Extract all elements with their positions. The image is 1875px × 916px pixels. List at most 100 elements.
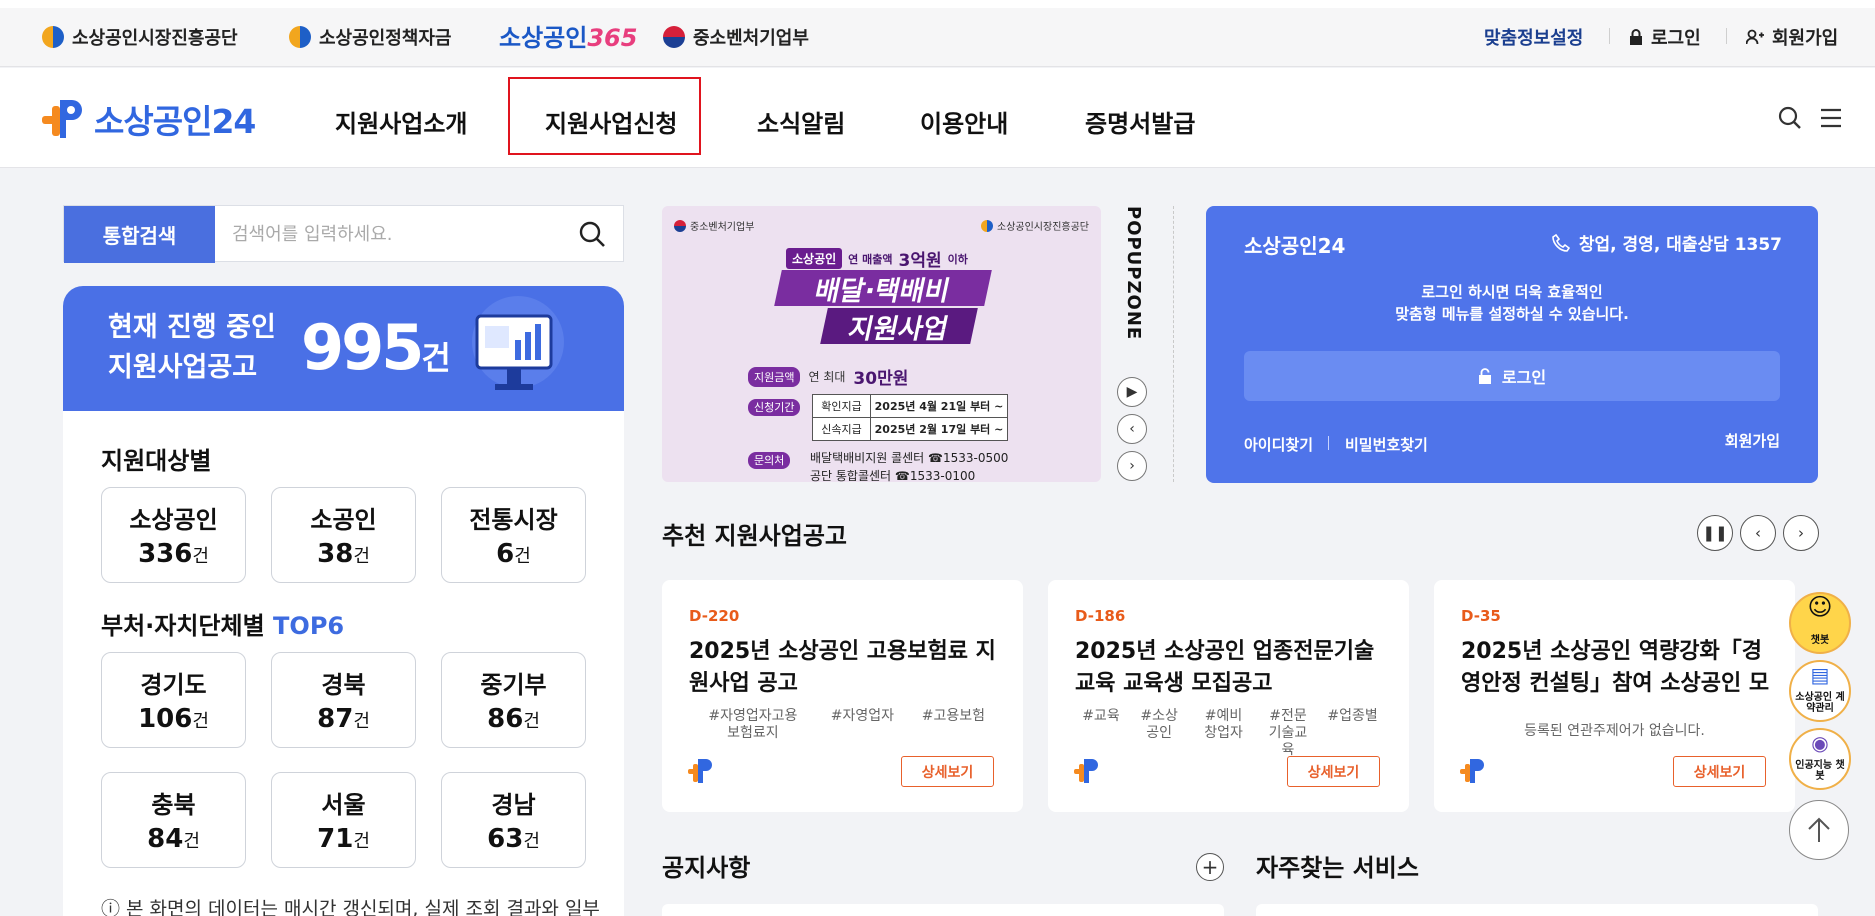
region-title-text: 부처·자치단체별 [101, 612, 265, 640]
region-section-title: 부처·자치단체별 TOP6 [101, 606, 344, 641]
top-strip [0, 0, 1875, 8]
menu-certificate[interactable]: 증명서발급 [1085, 104, 1195, 139]
recommend-section-title: 추천 지원사업공고 [662, 522, 847, 550]
card-tag[interactable]: #자영업자고용보험료지 [703, 708, 803, 742]
target-cell[interactable]: 소공인 38건 [271, 487, 416, 583]
utility-bar: 소상공인시장진흥공단 소상공인정책자금 소상공인365 중소벤처기업부 맞춤정보… [0, 0, 1875, 67]
card-tag[interactable]: #전문기술교육 [1263, 708, 1313, 759]
play-button[interactable]: ▶ [1117, 377, 1147, 407]
region-cell[interactable]: 서울 71건 [271, 772, 416, 868]
signup-link[interactable]: 회원가입 [1725, 430, 1780, 451]
contract-button[interactable]: ▤ 소상공인 계약관리 [1789, 660, 1851, 722]
search-icon[interactable] [577, 219, 607, 249]
prev-button[interactable]: ‹ [1117, 414, 1147, 444]
card-tags: #교육 #소상공인 #예비창업자 #전문기술교육 #업종별 [1075, 708, 1385, 759]
target-count-value: 6 [496, 539, 515, 569]
target-cell[interactable]: 전통시장 6건 [441, 487, 586, 583]
no-tags-message: 등록된 연관주제어가 없습니다. [1524, 723, 1705, 739]
detail-button[interactable]: 상세보기 [1673, 756, 1766, 787]
period-row: 신속지급 2025년 2월 17일 부터 ~ [813, 418, 1007, 440]
sosang24-logo-icon [688, 759, 712, 783]
period-value: 2025년 2월 17일 부터 ~ [874, 423, 1004, 436]
card-tags: #자영업자고용보험료지 #자영업자 #고용보험 [689, 708, 999, 742]
detail-button[interactable]: 상세보기 [1287, 756, 1380, 787]
banner-org-right-text: 소상공인시장진흥공단 [997, 222, 1089, 233]
banner-title1: 배달·택배비 [774, 270, 992, 307]
popupzone-label: POPUPZONE [1123, 206, 1144, 341]
divider [1173, 206, 1174, 482]
custom-info-link[interactable]: 맞춤정보설정 [1484, 24, 1583, 50]
recommend-card[interactable]: D-220 2025년 소상공인 고용보험료 지원사업 공고 #자영업자고용보험… [662, 580, 1023, 812]
link-sosang365[interactable]: 소상공인365 [499, 18, 637, 53]
menu-news[interactable]: 소식알림 [757, 104, 845, 139]
card-tag[interactable]: #교육 [1082, 708, 1120, 759]
recommend-card[interactable]: D-35 2025년 소상공인 역량강화「경영안정 컨설팅」참여 소상공인 모집… [1434, 580, 1795, 812]
region-cell[interactable]: 경북 87건 [271, 652, 416, 748]
search-icon[interactable] [1776, 104, 1804, 132]
hamburger-menu-icon[interactable] [1817, 104, 1845, 132]
region-cell[interactable]: 충북 84건 [101, 772, 246, 868]
current-line1: 현재 진행 중인 [108, 312, 276, 343]
detail-button[interactable]: 상세보기 [901, 756, 994, 787]
popup-banner[interactable]: 중소벤처기업부 소상공인시장진흥공단 소상공인 연 매출액 3억원 이하 배달·… [662, 206, 1101, 482]
link-mss[interactable]: 중소벤처기업부 [663, 24, 809, 50]
current-count-unit: 건 [421, 339, 451, 377]
sosang24-logo-icon [1460, 759, 1484, 783]
login-button[interactable]: 로그인 [1244, 351, 1780, 401]
data-refresh-note: ⓘ 본 화면의 데이터는 매시간 갱신되며, 실제 조회 결과와 일부 [101, 898, 600, 916]
region-cell[interactable]: 경기도 106건 [101, 652, 246, 748]
link-semas[interactable]: 소상공인시장진흥공단 [42, 24, 238, 50]
chatbot-button[interactable]: ☺ 챗봇 [1789, 592, 1851, 654]
link-policy-fund[interactable]: 소상공인정책자금 [289, 24, 451, 50]
target-count-value: 38 [317, 539, 354, 569]
main-nav: 소상공인24 지원사업소개 지원사업신청 소식알림 이용안내 증명서발급 [0, 68, 1875, 168]
pause-button[interactable]: ❚❚ [1697, 515, 1733, 551]
recommend-card[interactable]: D-186 2025년 소상공인 업종전문기술 교육 교육생 모집공고 #교육 … [1048, 580, 1409, 812]
menu-guide[interactable]: 이용안내 [920, 104, 1008, 139]
menu-support-intro[interactable]: 지원사업소개 [335, 104, 467, 139]
search-label[interactable]: 통합검색 [64, 206, 215, 263]
kiosk-chart-icon [472, 296, 564, 390]
card-tag[interactable]: #업종별 [1327, 708, 1377, 759]
current-count-banner[interactable]: 현재 진행 중인 지원사업공고 995건 [63, 286, 624, 411]
next-button[interactable]: › [1783, 515, 1819, 551]
site-logo[interactable]: 소상공인24 [40, 94, 256, 144]
banner-contact-label: 문의처 [748, 452, 791, 469]
card-tag[interactable]: #자영업자 [831, 708, 894, 742]
chatbot-label: 챗봇 [1810, 635, 1830, 646]
login-button-label: 로그인 [1501, 368, 1547, 387]
region-cell[interactable]: 경남 63건 [441, 772, 586, 868]
prev-button[interactable]: ‹ [1740, 515, 1776, 551]
target-name: 전통시장 [469, 506, 558, 534]
card-title: 2025년 소상공인 업종전문기술 교육 교육생 모집공고 [1075, 639, 1375, 696]
region-name: 충북 [151, 791, 196, 819]
banner-tag: 소상공인 [786, 248, 843, 269]
banner-contact1: 배달택배비지원 콜센터 ☎1533-0500 [810, 451, 1009, 465]
banner-org-left-text: 중소벤처기업부 [690, 222, 755, 233]
period-key: 신속지급 [813, 418, 871, 440]
card-tag[interactable]: #고용보험 [922, 708, 985, 742]
notice-more-button[interactable]: + [1196, 853, 1224, 881]
card-tag[interactable]: #소상공인 [1134, 708, 1184, 759]
signup-link[interactable]: 회원가입 [1746, 24, 1838, 50]
link-semas-label: 소상공인시장진흥공단 [72, 28, 238, 49]
scroll-top-button[interactable] [1789, 800, 1849, 860]
banner-title2: 지원사업 [820, 308, 978, 345]
region-cell[interactable]: 중기부 86건 [441, 652, 586, 748]
count-unit: 건 [183, 831, 200, 852]
find-id-link[interactable]: 아이디찾기 [1244, 434, 1313, 455]
current-line2: 지원사업공고 [108, 352, 258, 383]
next-button[interactable]: › [1117, 451, 1147, 481]
target-section-title: 지원대상별 [101, 447, 212, 475]
chevron-left-icon: ‹ [1129, 421, 1135, 437]
faq-list [1256, 904, 1818, 916]
find-password-link[interactable]: 비밀번호찾기 [1345, 434, 1428, 455]
period-key: 확인지급 [813, 395, 871, 417]
target-cell[interactable]: 소상공인 336건 [101, 487, 246, 583]
search-input[interactable] [232, 218, 552, 250]
card-tag[interactable]: #예비창업자 [1199, 708, 1249, 759]
menu-support-apply[interactable]: 지원사업신청 [545, 104, 677, 139]
ai-chatbot-button[interactable]: ◉ 인공지능 챗봇 [1789, 728, 1851, 790]
login-link[interactable]: 로그인 [1629, 24, 1701, 50]
policy-fund-logo-icon [289, 26, 311, 48]
